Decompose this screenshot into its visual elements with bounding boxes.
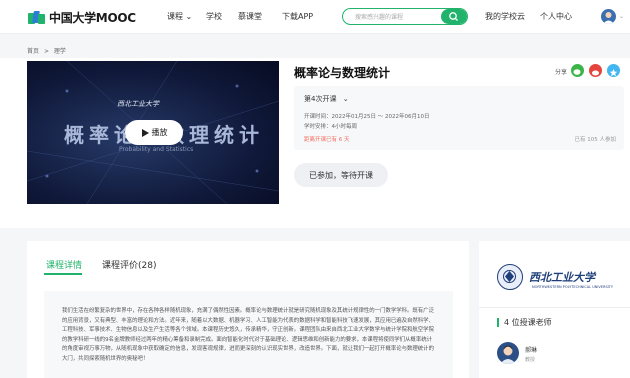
- top-navbar: 中国大学MOOC 课程 ⌄ 学校 慕课堂 下载APP 搜索感兴趣的课程 我的学校…: [0, 0, 630, 34]
- search-button[interactable]: [441, 9, 467, 24]
- term-info-box: 第4次开课 ⌄ 开课时间：2022年01月25日 ～ 2022年06月10日 学…: [294, 86, 624, 150]
- search-placeholder: 搜索感兴趣的课程: [355, 14, 404, 21]
- nav-download-app[interactable]: 下载APP: [282, 11, 313, 22]
- course-description: 我们生活在纷繁复杂的世界中，存在各种各样随机现象，充满了偶然性因素。概率论与数理…: [44, 291, 453, 378]
- active-tab-indicator: [44, 273, 82, 275]
- site-logo[interactable]: 中国大学MOOC: [28, 9, 136, 26]
- breadcrumb-home[interactable]: 首页: [27, 48, 39, 55]
- tab-course-details[interactable]: 课程详情: [46, 258, 82, 271]
- school-sidebar: 西北工业大学 NORTHWESTERN POLYTECHNICAL UNIVER…: [479, 241, 630, 378]
- enrolled-count: 已有 105 人参加: [574, 137, 617, 143]
- mooc-logo-icon: [28, 10, 45, 25]
- course-title: 概率论与数理统计: [294, 66, 391, 80]
- school-seal-icon: [497, 264, 523, 290]
- school-logo[interactable]: 西北工业大学 NORTHWESTERN POLYTECHNICAL UNIVER…: [497, 257, 613, 297]
- course-detail-panel: 课程详情 课程评价(28) 我们生活在纷繁复杂的世界中，存在各种各样随机现象，充…: [27, 241, 469, 378]
- nav-mooc-classroom[interactable]: 慕课堂: [238, 11, 262, 22]
- enroll-status-button[interactable]: 已参加，等待开课: [294, 163, 388, 187]
- nav-personal-center[interactable]: 个人中心: [540, 11, 572, 22]
- course-workload: 学时安排：4小时每周: [304, 124, 358, 130]
- teacher-count: 4 位授课老师: [497, 317, 552, 328]
- teacher-name[interactable]: 郝琳: [525, 345, 537, 354]
- school-name: 西北工业大学: [529, 271, 595, 284]
- chevron-down-icon[interactable]: ⌄: [619, 13, 624, 20]
- course-video-player[interactable]: 西北工业大学 概率论与数理统计 Probability and Statisti…: [27, 61, 279, 204]
- term-selector[interactable]: 第4次开课 ⌄: [304, 94, 349, 104]
- school-name-en: NORTHWESTERN POLYTECHNICAL UNIVERSITY: [532, 285, 613, 289]
- user-avatar[interactable]: [601, 9, 616, 24]
- tab-course-reviews[interactable]: 课程评价(28): [102, 258, 156, 271]
- search-icon: [449, 12, 458, 21]
- divider: [479, 307, 630, 308]
- video-subtitle-overlay: Probability and Statistics: [119, 146, 194, 153]
- breadcrumb-category[interactable]: 理学: [54, 48, 66, 55]
- play-icon: [141, 128, 149, 137]
- logo-text: 中国大学MOOC: [49, 11, 136, 25]
- share-label: 分享: [555, 69, 568, 76]
- play-button[interactable]: 播放: [125, 120, 183, 145]
- weibo-share-icon[interactable]: [589, 64, 602, 77]
- course-time: 开课时间：2022年01月25日 ～ 2022年06月10日: [304, 114, 430, 120]
- teacher-avatar[interactable]: [497, 342, 519, 364]
- video-school-logo: 西北工业大学: [117, 100, 159, 108]
- qzone-share-icon[interactable]: [607, 64, 620, 77]
- teacher-role: 教授: [525, 357, 536, 363]
- chevron-down-icon: ⌄: [342, 95, 349, 103]
- wechat-share-icon[interactable]: [571, 64, 584, 77]
- search-input[interactable]: 搜索感兴趣的课程: [342, 8, 468, 25]
- breadcrumb: 首页 > 理学: [27, 48, 66, 55]
- nav-schools[interactable]: 学校: [206, 11, 222, 22]
- nav-courses[interactable]: 课程 ⌄: [167, 11, 192, 22]
- started-notice: 距离开课已有 6 天: [304, 137, 350, 143]
- nav-my-school-cloud[interactable]: 我的学校云: [485, 11, 525, 22]
